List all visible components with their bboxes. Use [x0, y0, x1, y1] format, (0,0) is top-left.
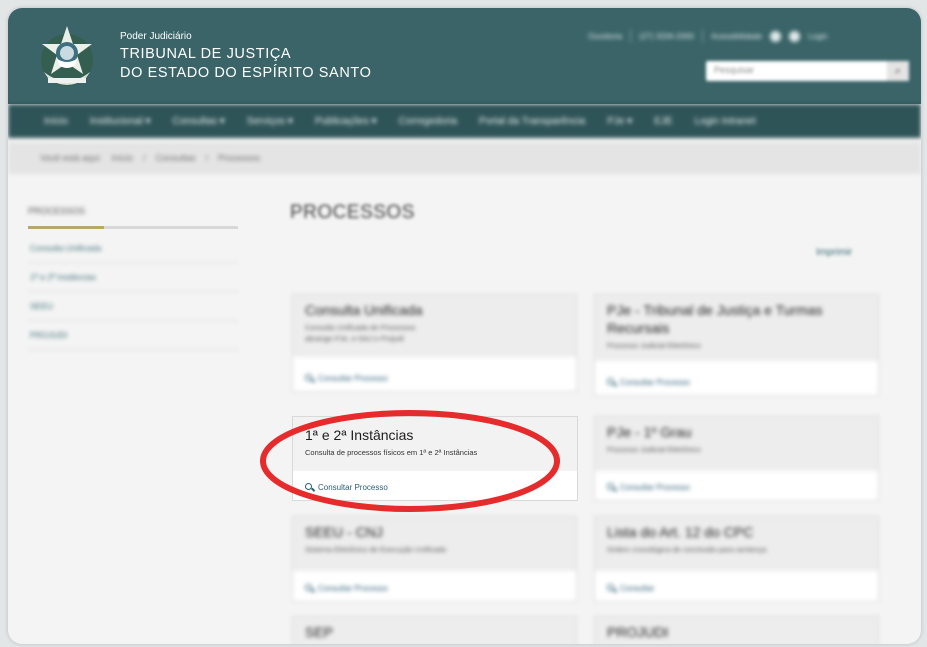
- card-cpc-list[interactable]: Lista do Art. 12 do CPC Ordem cronológic…: [594, 516, 879, 602]
- coat-of-arms-logo[interactable]: [34, 20, 100, 92]
- nav-item-institutional[interactable]: Institucional ▾: [90, 116, 151, 127]
- sidebar-item-seeu[interactable]: SEEU: [28, 292, 238, 321]
- nav-item-home[interactable]: Início: [44, 116, 68, 127]
- card-title: Consulta Unificada: [305, 302, 423, 318]
- card-description: Processo Judicial Eletrônico: [607, 341, 701, 350]
- divider: [630, 29, 632, 43]
- card-description: Ordem cronológica de conclusão para sent…: [607, 545, 767, 554]
- card-description: Consulta Unificada de Processos: [305, 323, 416, 332]
- search-icon: [607, 483, 616, 492]
- breadcrumb: Você está aqui: Início / Consultas / Pro…: [8, 142, 921, 174]
- sidebar: Consulta Unificada 1ª e 2ª Instâncias SE…: [28, 234, 238, 350]
- court-name-line2: DO ESTADO DO ESPÍRITO SANTO: [120, 65, 372, 81]
- card-instances[interactable]: 1ª e 2ª Instâncias Consulta de processos…: [292, 416, 578, 501]
- search-icon: [607, 584, 616, 593]
- card-title: SEP: [305, 624, 334, 640]
- consult-link[interactable]: Consultar: [607, 584, 654, 593]
- breadcrumb-current: Processos: [218, 153, 261, 163]
- top-links: Ouvidoria (27) 3334-2000 Acessibilidade …: [588, 29, 828, 43]
- breadcrumb-sep: /: [205, 153, 209, 163]
- toplink-ombudsman[interactable]: Ouvidoria: [588, 32, 622, 41]
- toplink-login[interactable]: Login: [808, 32, 828, 41]
- divider: [701, 29, 703, 43]
- card-seeu[interactable]: SEEU - CNJ Sistema Eletrônico de Execuçã…: [292, 516, 577, 602]
- print-button[interactable]: Imprimir: [816, 247, 852, 258]
- card-description: Processo Judicial Eletrônico: [607, 445, 701, 454]
- breadcrumb-home[interactable]: Início: [112, 153, 134, 163]
- contrast-icon[interactable]: [770, 30, 782, 42]
- card-title: PJe - Tribunal de Justiça e Turmas Recur…: [607, 302, 823, 336]
- sidebar-item-instances[interactable]: 1ª e 2ª Instâncias: [28, 263, 238, 292]
- link-label: Consultar Processo: [318, 374, 388, 383]
- card-title: Lista do Art. 12 do CPC: [607, 524, 754, 540]
- sidebar-item-unified[interactable]: Consulta Unificada: [28, 234, 238, 263]
- search-icon: [607, 378, 616, 387]
- consult-process-link[interactable]: Consultar Processo: [305, 374, 388, 383]
- sidebar-underline: [28, 226, 238, 229]
- card-title: PJe - 1º Grau: [607, 424, 692, 440]
- search-icon: [305, 374, 314, 383]
- nav-item-internal-affairs[interactable]: Corregedoria: [399, 116, 457, 127]
- font-size-icon[interactable]: [789, 30, 801, 42]
- breadcrumb-label: Você está aqui:: [40, 153, 102, 163]
- search-icon[interactable]: ⌕: [887, 61, 909, 81]
- link-label: Consultar Processo: [620, 378, 690, 387]
- nav-item-publications[interactable]: Publicações ▾: [315, 116, 377, 127]
- search-icon: [305, 483, 314, 492]
- card-unified-query[interactable]: Consulta Unificada Consulta Unificada de…: [292, 294, 577, 392]
- page-title: PROCESSOS: [290, 202, 415, 223]
- nav-item-intranet[interactable]: Login Intranet: [695, 116, 756, 127]
- consult-process-link[interactable]: Consultar Processo: [607, 378, 690, 387]
- consult-process-link[interactable]: Consultar Processo: [305, 483, 388, 492]
- link-label: Consultar Processo: [620, 483, 690, 492]
- link-label: Consultar Processo: [318, 483, 388, 492]
- breadcrumb-sep: /: [143, 153, 146, 163]
- sidebar-title: PROCESSOS: [28, 206, 86, 216]
- main-nav: Início Institucional ▾ Consultas ▾ Servi…: [8, 104, 921, 138]
- card-title: 1ª e 2ª Instâncias: [305, 427, 414, 443]
- court-name[interactable]: TRIBUNAL DE JUSTIÇA DO ESTADO DO ESPÍRIT…: [120, 45, 371, 83]
- card-description: abrange PJe, e-SAJ e Projudi: [305, 334, 404, 343]
- card-description: Consulta de processos físicos em 1ª e 2ª…: [305, 448, 478, 457]
- nav-item-pje[interactable]: PJe ▾: [607, 116, 632, 127]
- site-header: Poder Judiciário TRIBUNAL DE JUSTIÇA DO …: [8, 8, 921, 104]
- link-label: Consultar: [620, 584, 655, 593]
- nav-item-queries[interactable]: Consultas ▾: [173, 116, 225, 127]
- search-box[interactable]: Pesquisar ⌕: [706, 61, 909, 81]
- court-branch-label: Poder Judiciário: [120, 31, 192, 42]
- toplink-phone[interactable]: (27) 3334-2000: [639, 32, 694, 41]
- card-projudi[interactable]: PROJUDI: [594, 616, 879, 644]
- card-sep[interactable]: SEP: [292, 616, 577, 644]
- sidebar-item-projudi[interactable]: PROJUDI: [28, 321, 238, 350]
- toplink-accessibility[interactable]: Acessibilidade: [711, 32, 762, 41]
- link-label: Consultar Processo: [318, 584, 388, 593]
- card-pje-tj[interactable]: PJe - Tribunal de Justiça e Turmas Recur…: [594, 294, 879, 396]
- card-pje-first-degree[interactable]: PJe - 1º Grau Processo Judicial Eletrôni…: [594, 416, 879, 501]
- card-title: PROJUDI: [607, 624, 669, 640]
- search-input[interactable]: Pesquisar: [714, 65, 754, 75]
- browser-page: Poder Judiciário TRIBUNAL DE JUSTIÇA DO …: [8, 8, 921, 644]
- breadcrumb-queries[interactable]: Consultas: [156, 153, 196, 163]
- search-icon: [305, 584, 314, 593]
- consult-process-link[interactable]: Consultar Processo: [305, 584, 388, 593]
- nav-item-services[interactable]: Serviços ▾: [247, 116, 293, 127]
- consult-process-link[interactable]: Consultar Processo: [607, 483, 690, 492]
- court-name-line1: TRIBUNAL DE JUSTIÇA: [120, 46, 292, 62]
- card-description: Sistema Eletrônico de Execução Unificado: [305, 545, 447, 554]
- card-title: SEEU - CNJ: [305, 524, 383, 540]
- nav-item-eje[interactable]: EJE: [654, 116, 672, 127]
- nav-item-transparency[interactable]: Portal da Transparência: [479, 116, 585, 127]
